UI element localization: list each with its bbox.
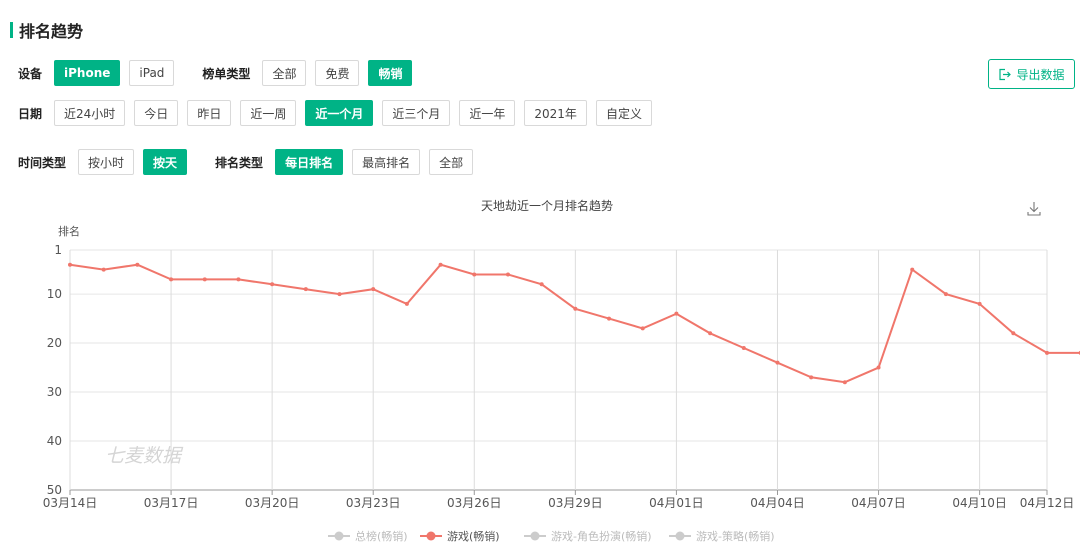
- data-point: [135, 262, 140, 267]
- x-tick-label: 03月26日: [447, 496, 502, 510]
- x-tick-label: 03月29日: [548, 496, 603, 510]
- time-type-option-button[interactable]: 按小时: [78, 149, 135, 175]
- rank-type-label: 排名类型: [215, 155, 264, 170]
- date-option-button[interactable]: 自定义: [595, 100, 652, 126]
- legend-marker: [675, 531, 685, 541]
- data-point: [337, 292, 342, 297]
- data-point: [539, 282, 544, 287]
- x-tick-label: 03月20日: [245, 496, 300, 510]
- x-tick-label: 03月17日: [144, 496, 199, 510]
- legend-label: 游戏(畅销): [447, 529, 500, 543]
- data-point: [573, 306, 578, 311]
- x-tick-label: 04月10日: [952, 496, 1007, 510]
- section-title: 排名趋势: [19, 22, 84, 41]
- data-point: [236, 277, 241, 282]
- y-tick-label: 30: [47, 385, 62, 399]
- data-point: [303, 287, 308, 292]
- x-tick-label: 04月07日: [851, 496, 906, 510]
- y-tick-label: 20: [47, 336, 62, 350]
- device-label: 设备: [18, 66, 43, 81]
- section-accent-bar: [10, 22, 13, 38]
- export-icon: [999, 68, 1012, 80]
- data-point: [708, 331, 713, 336]
- date-label: 日期: [18, 106, 43, 121]
- x-tick-label: 04月04日: [750, 496, 805, 510]
- export-data-label: 导出数据: [1016, 67, 1065, 82]
- data-point: [876, 365, 881, 370]
- rank-type-option-button[interactable]: 全部: [429, 149, 474, 175]
- data-point: [371, 287, 376, 292]
- data-point: [910, 267, 915, 272]
- filter-row-date: 日期 近24小时 今日 昨日 近一周 近一个月 近三个月 近一年 2021年 自定义: [18, 100, 652, 126]
- chart-type-option-button[interactable]: 全部: [262, 60, 307, 86]
- date-options: 近24小时 今日 昨日 近一周 近一个月 近三个月 近一年 2021年 自定义: [54, 100, 652, 126]
- section-header: 排名趋势: [10, 18, 83, 42]
- x-tick-label: 04月12日: [1020, 496, 1075, 510]
- time-type-options: 按小时 按天: [78, 149, 188, 175]
- y-tick-label: 40: [47, 434, 62, 448]
- download-icon[interactable]: [1027, 202, 1041, 216]
- y-axis-label: 排名: [58, 224, 80, 238]
- device-option-button[interactable]: iPhone: [54, 60, 121, 86]
- data-point: [943, 292, 948, 297]
- legend-marker: [426, 531, 436, 541]
- data-point: [202, 277, 207, 282]
- date-option-button[interactable]: 今日: [134, 100, 179, 126]
- device-options: iPhone iPad: [54, 60, 175, 86]
- date-option-button[interactable]: 近24小时: [54, 100, 126, 126]
- chart-type-option-button[interactable]: 免费: [315, 60, 360, 86]
- date-option-button[interactable]: 近一个月: [305, 100, 374, 126]
- time-type-label: 时间类型: [18, 155, 67, 170]
- chart-type-label: 榜单类型: [202, 66, 251, 81]
- export-data-button[interactable]: 导出数据: [988, 59, 1075, 89]
- data-point: [607, 316, 612, 321]
- date-option-button[interactable]: 近一年: [459, 100, 516, 126]
- data-point: [809, 375, 814, 380]
- data-point: [842, 380, 847, 385]
- legend-label: 游戏-角色扮演(畅销): [551, 529, 652, 543]
- legend-marker: [334, 531, 344, 541]
- x-tick-label: 03月23日: [346, 496, 401, 510]
- rank-trend-chart: 天地劫近一个月排名趋势排名 1 10 20 30 40 5003月14日 03月17日 03月2…: [43, 198, 1080, 543]
- data-point: [169, 277, 174, 282]
- chart-type-option-button[interactable]: 畅销: [368, 60, 413, 86]
- chart-type-options: 全部 免费 畅销: [262, 60, 413, 86]
- data-point: [1045, 350, 1049, 355]
- data-point: [68, 262, 72, 267]
- data-point: [101, 267, 106, 272]
- rank-type-option-button[interactable]: 最高排名: [352, 149, 421, 175]
- data-point: [741, 345, 746, 350]
- time-type-option-button[interactable]: 按天: [143, 149, 188, 175]
- rank-type-options: 每日排名 最高排名 全部: [275, 149, 474, 175]
- data-point: [472, 272, 477, 277]
- x-tick-label: 03月14日: [43, 496, 98, 510]
- data-point: [438, 262, 443, 267]
- data-point: [404, 301, 409, 306]
- legend-label: 游戏-策略(畅销): [696, 529, 775, 543]
- filter-row-device: 设备 iPhone iPad 榜单类型 全部 免费 畅销: [18, 60, 413, 86]
- x-tick-label: 04月01日: [649, 496, 704, 510]
- data-point: [1011, 331, 1016, 336]
- data-point: [640, 326, 645, 331]
- rank-type-option-button[interactable]: 每日排名: [275, 149, 344, 175]
- date-option-button[interactable]: 近一周: [240, 100, 297, 126]
- data-point: [775, 360, 780, 365]
- data-point: [977, 301, 982, 306]
- data-point: [270, 282, 275, 287]
- filter-row-time: 时间类型 按小时 按天 排名类型 每日排名 最高排名 全部: [18, 149, 474, 175]
- watermark: 七麦数据: [105, 445, 184, 467]
- y-tick-label: 1: [54, 243, 62, 257]
- data-point: [674, 311, 679, 316]
- y-tick-label: 50: [47, 483, 62, 497]
- y-tick-label: 10: [47, 287, 62, 301]
- chart-title: 天地劫近一个月排名趋势: [481, 198, 613, 213]
- legend-label: 总榜(畅销): [355, 529, 408, 543]
- legend-marker: [530, 531, 540, 541]
- date-option-button[interactable]: 2021年: [524, 100, 587, 126]
- date-option-button[interactable]: 近三个月: [382, 100, 451, 126]
- device-option-button[interactable]: iPad: [129, 60, 175, 86]
- data-point: [505, 272, 510, 277]
- date-option-button[interactable]: 昨日: [187, 100, 232, 126]
